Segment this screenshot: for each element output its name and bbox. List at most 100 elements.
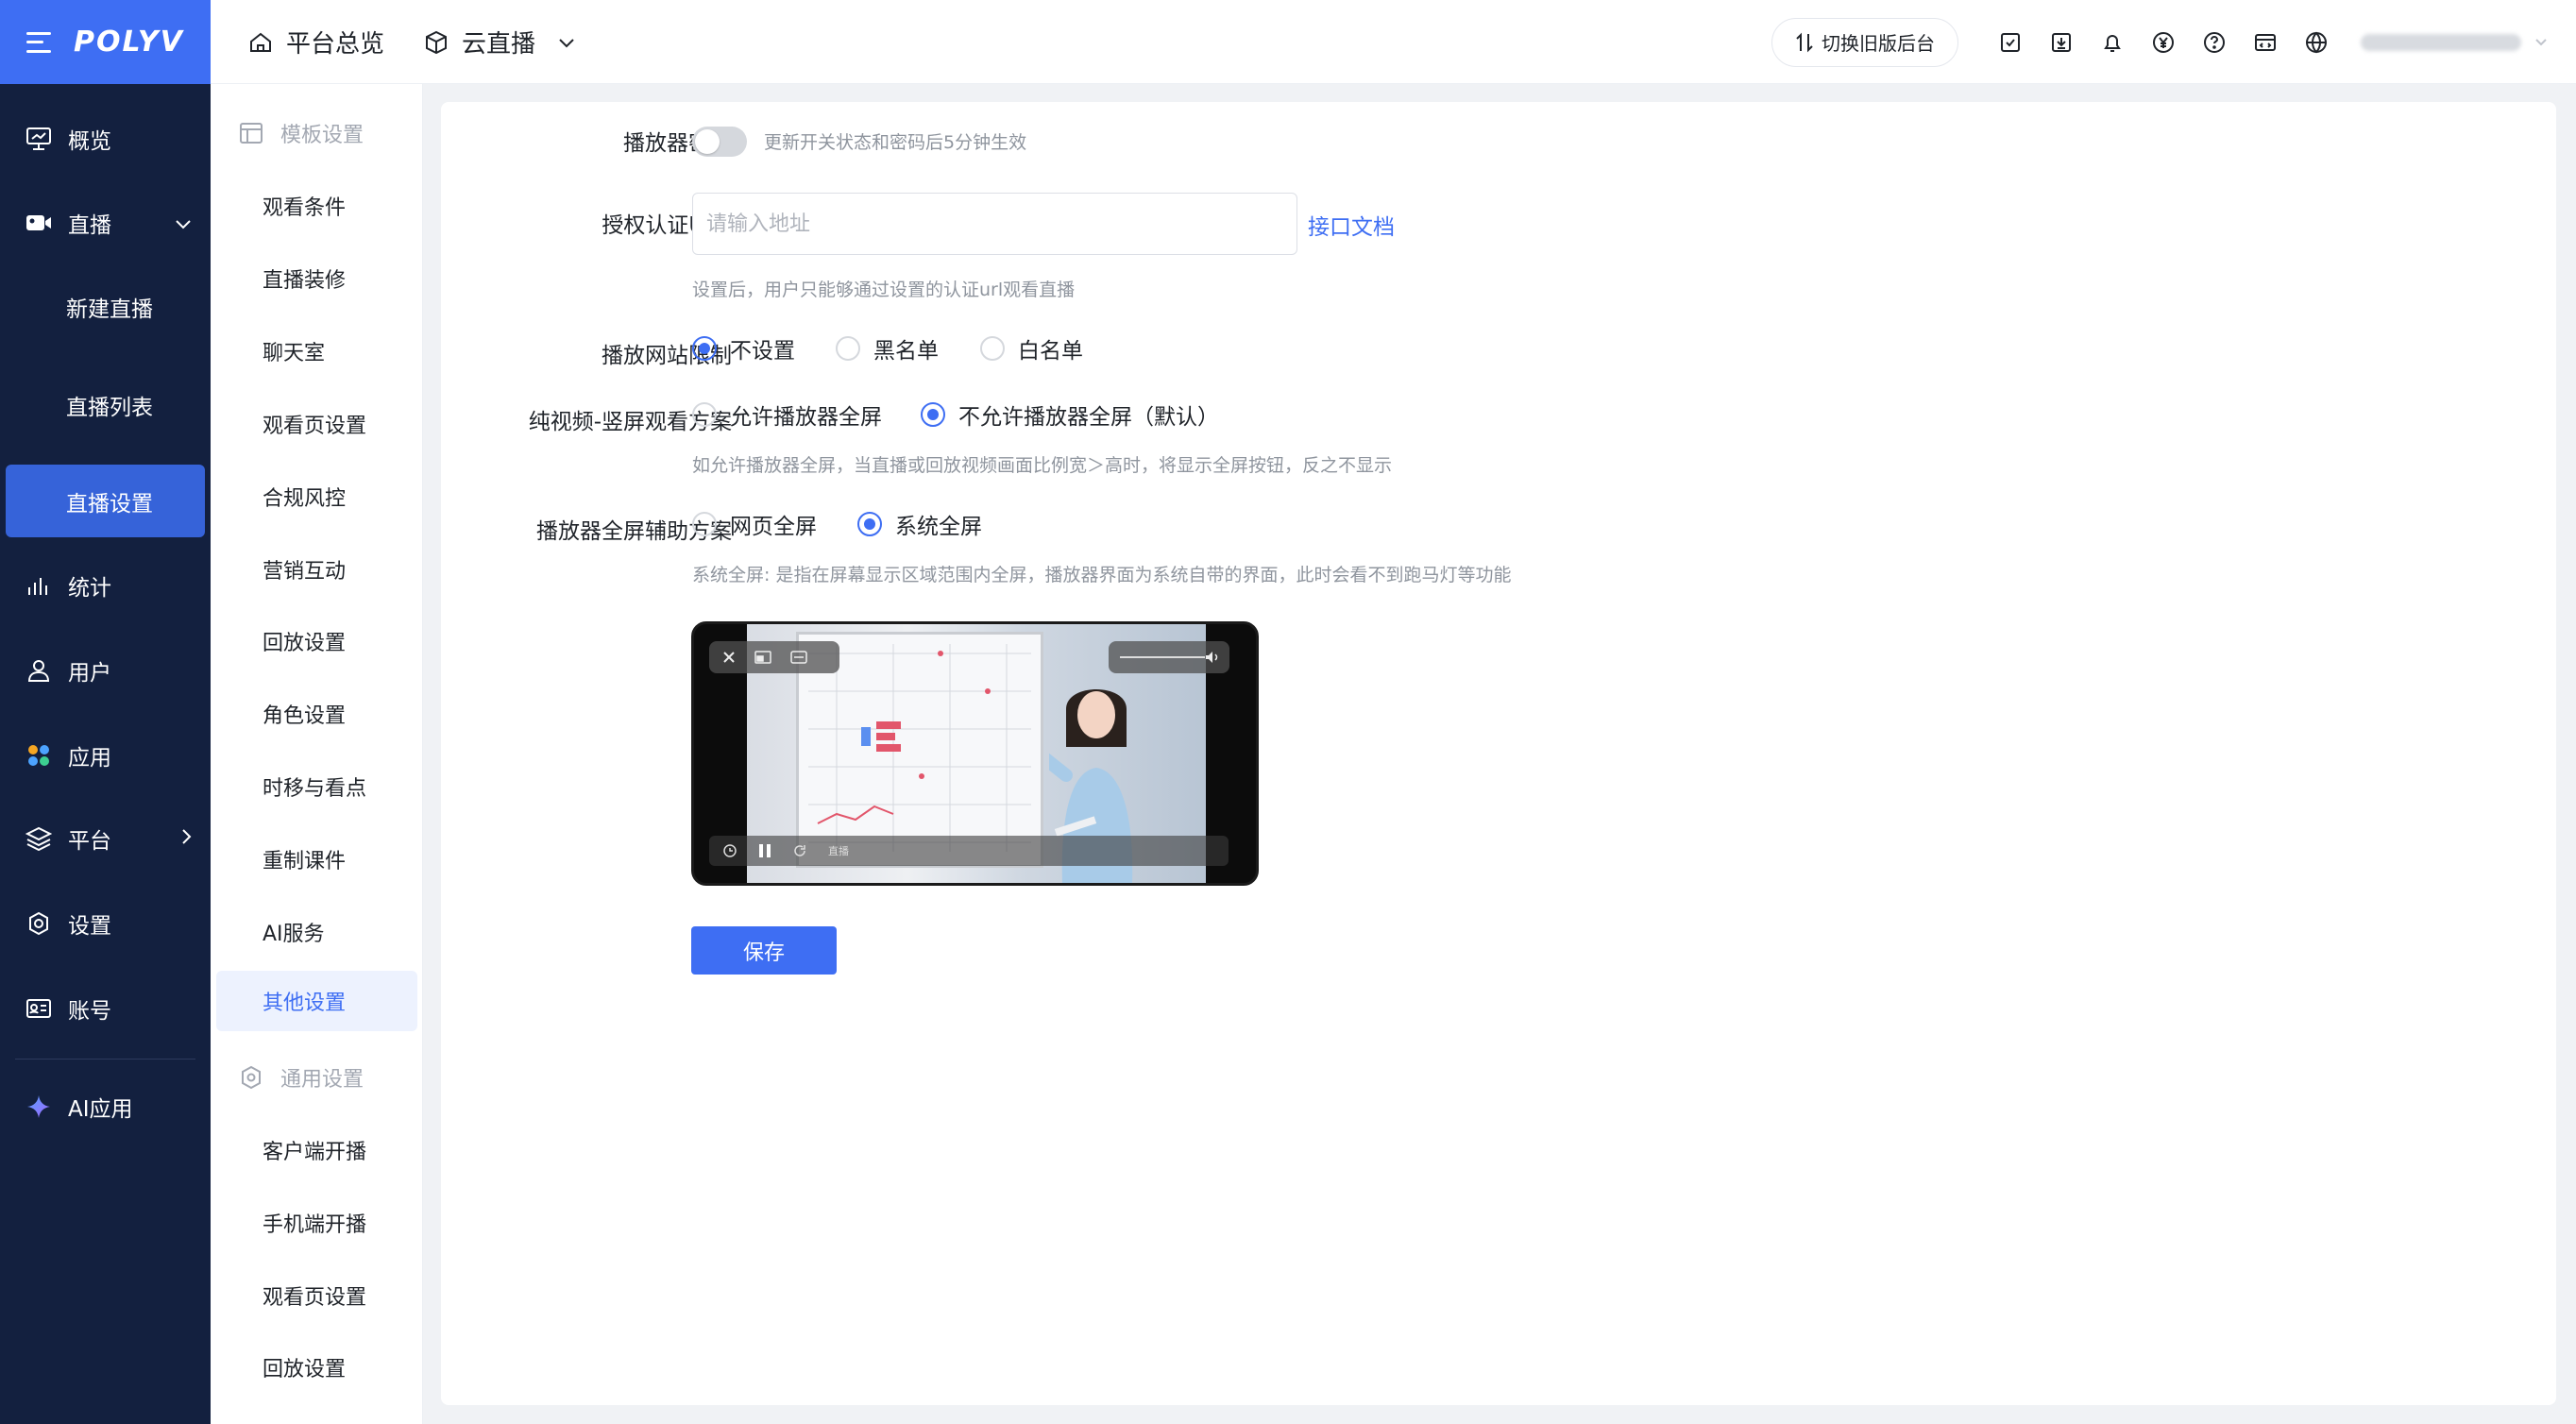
- auth-url-input[interactable]: [692, 193, 1297, 255]
- submenu-item-ai-service[interactable]: AI服务: [263, 917, 325, 947]
- monitor-icon: [25, 125, 53, 153]
- submenu-item-live-decoration[interactable]: 直播装修: [263, 263, 346, 294]
- close-icon: [723, 652, 735, 663]
- nav-item-settings[interactable]: 设置: [0, 903, 211, 944]
- nav-sub-new-live[interactable]: 新建直播: [0, 291, 211, 323]
- hex-gear-icon: [242, 1065, 261, 1090]
- player-password-toggle[interactable]: [692, 127, 747, 157]
- yen-icon[interactable]: [2149, 28, 2178, 57]
- nav-item-label: 应用: [68, 746, 111, 771]
- switch-old-version-button[interactable]: 切换旧版后台: [1771, 17, 1958, 67]
- id-card-icon: [25, 994, 53, 1023]
- fullscreen-scheme-option-system[interactable]: 系统全屏: [857, 508, 982, 540]
- nav-sub-live-list[interactable]: 直播列表: [0, 389, 211, 421]
- globe-icon[interactable]: [2302, 28, 2330, 57]
- nav-item-apps[interactable]: 应用: [0, 735, 211, 776]
- switch-old-label: 切换旧版后台: [1822, 32, 1935, 55]
- submenu-item-other-settings[interactable]: 其他设置: [216, 971, 417, 1031]
- chevron-down-icon: [175, 211, 192, 235]
- fullscreen-scheme-label: 播放器全屏辅助方案: [536, 519, 732, 544]
- bell-icon[interactable]: [2098, 28, 2127, 57]
- volume-icon: [1206, 652, 1218, 663]
- user-icon: [25, 656, 53, 685]
- brand-logo: POLYV: [74, 25, 184, 59]
- player-password-hint: 更新开关状态和密码后5分钟生效: [764, 132, 1027, 153]
- submenu-item-watch-conditions[interactable]: 观看条件: [263, 191, 346, 221]
- refresh-icon: [794, 845, 805, 856]
- nav-item-label: 直播: [68, 213, 111, 238]
- checklist-icon[interactable]: [1996, 28, 2025, 57]
- radio-label: 允许播放器全屏: [730, 405, 882, 430]
- nav-item-users[interactable]: 用户: [0, 650, 211, 691]
- platform-overview-link[interactable]: 平台总览: [248, 25, 384, 59]
- nav-item-label: 账号: [68, 999, 111, 1024]
- preview-bottom-controls: 直播: [709, 836, 1229, 866]
- nav-item-overview[interactable]: 概览: [0, 118, 211, 160]
- radio-label: 不允许播放器全屏（默认）: [958, 405, 1219, 430]
- nav-item-platform[interactable]: 平台: [0, 818, 211, 859]
- submenu-item-playback[interactable]: 回放设置: [263, 626, 346, 656]
- vertical-scheme-option-deny[interactable]: 不允许播放器全屏（默认）: [921, 398, 1219, 431]
- site-limit-option-blacklist[interactable]: 黑名单: [836, 332, 939, 364]
- submenu-item-general-watch-page[interactable]: 观看页设置: [263, 1280, 366, 1311]
- radio-label: 系统全屏: [895, 515, 982, 539]
- nav-item-label: AI应用: [68, 1097, 133, 1122]
- chevron-right-icon: [180, 826, 192, 851]
- api-docs-link[interactable]: 接口文档: [1308, 209, 1395, 241]
- submenu-item-mobile-broadcast[interactable]: 手机端开播: [263, 1208, 366, 1238]
- radio-dot: [857, 512, 882, 536]
- account-name-redacted: [2361, 33, 2521, 51]
- pip-icon: [754, 651, 771, 664]
- radio-dot: [692, 336, 717, 361]
- radio-dot: [980, 336, 1005, 361]
- nav-item-label: 平台: [68, 829, 111, 854]
- radio-dot: [692, 402, 717, 427]
- site-limit-option-none[interactable]: 不设置: [692, 332, 795, 364]
- submenu-item-roles[interactable]: 角色设置: [263, 699, 346, 729]
- platform-overview-label: 平台总览: [286, 30, 385, 59]
- submenu-item-general-playback[interactable]: 回放设置: [263, 1352, 346, 1382]
- download-icon[interactable]: [2047, 28, 2076, 57]
- submenu-group-general: 通用设置: [239, 1062, 364, 1093]
- swap-icon: [1796, 32, 1813, 52]
- submenu-item-client-broadcast[interactable]: 客户端开播: [263, 1135, 366, 1165]
- nav-sub-live-settings[interactable]: 直播设置: [6, 465, 205, 537]
- submenu-group-label: 通用设置: [280, 1068, 364, 1092]
- submenu-item-chatroom[interactable]: 聊天室: [263, 336, 325, 366]
- radio-label: 黑名单: [873, 339, 939, 364]
- auth-url-label: 授权认证URL: [602, 213, 732, 238]
- bar-chart-icon: [25, 571, 53, 600]
- radio-label: 白名单: [1018, 339, 1083, 364]
- submenu-item-marketing[interactable]: 营销互动: [263, 554, 346, 585]
- live-tag: 直播: [828, 845, 849, 857]
- nav-item-ai-apps[interactable]: AI应用: [0, 1086, 211, 1127]
- product-label: 云直播: [462, 30, 536, 59]
- code-window-icon[interactable]: [2251, 28, 2279, 57]
- product-switcher[interactable]: 云直播: [424, 25, 575, 59]
- site-limit-option-whitelist[interactable]: 白名单: [980, 332, 1083, 364]
- top-bar: 平台总览 云直播 切换旧版后台: [211, 0, 2576, 84]
- top-tools: 切换旧版后台: [1771, 0, 2548, 84]
- submenu-item-timeshift[interactable]: 时移与看点: [263, 771, 366, 802]
- preview-top-controls: [709, 641, 839, 673]
- nav-item-live[interactable]: 直播: [0, 202, 211, 244]
- nav-item-stats[interactable]: 统计: [0, 565, 211, 606]
- vertical-scheme-label: 纯视频-竖屏观看方案: [528, 410, 732, 434]
- help-icon[interactable]: [2200, 28, 2229, 57]
- account-menu[interactable]: [2361, 33, 2548, 51]
- fullscreen-preview-image: 直播: [691, 621, 1259, 886]
- vertical-scheme-option-allow[interactable]: 允许播放器全屏: [692, 398, 882, 431]
- chevron-down-icon: [2535, 38, 2547, 45]
- nav-item-account[interactable]: 账号: [0, 988, 211, 1029]
- chevron-down-icon: [559, 38, 574, 47]
- submenu-item-watch-page[interactable]: 观看页设置: [263, 409, 366, 439]
- logo-bar: POLYV: [0, 0, 211, 84]
- home-icon: [250, 32, 271, 52]
- subtitle-icon: [790, 651, 807, 664]
- nav-item-label: 设置: [68, 914, 111, 939]
- submenu-item-courseware[interactable]: 重制课件: [263, 844, 346, 874]
- menu-toggle-icon[interactable]: [26, 31, 51, 53]
- fullscreen-scheme-option-web[interactable]: 网页全屏: [692, 508, 817, 540]
- save-button[interactable]: 保存: [691, 926, 837, 975]
- submenu-item-compliance[interactable]: 合规风控: [263, 482, 346, 512]
